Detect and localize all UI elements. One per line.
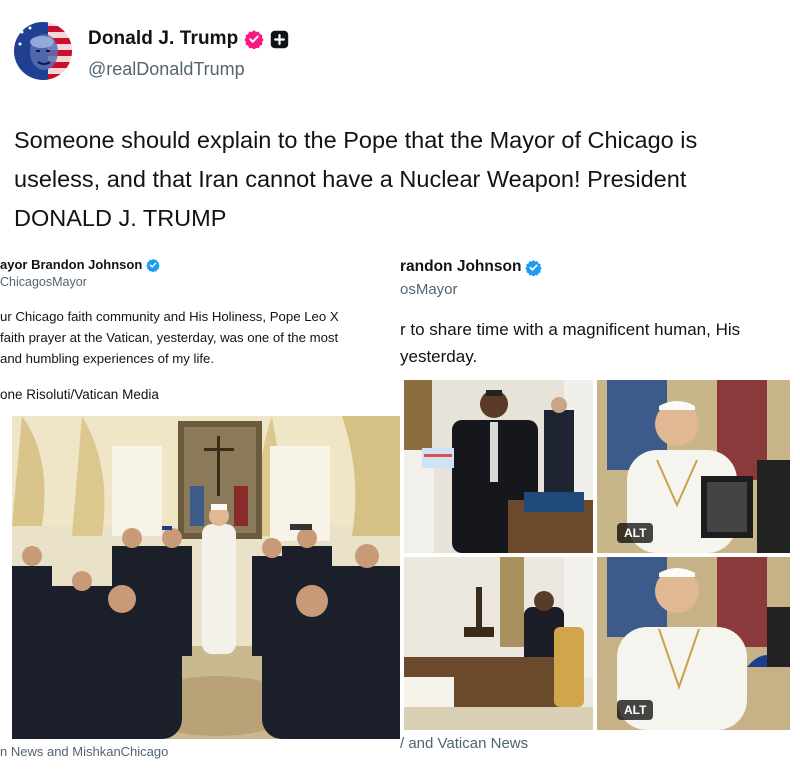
alt-text-badge[interactable]: ALT bbox=[617, 523, 654, 543]
mayor-gift-image bbox=[404, 380, 593, 553]
embedded-author-handle: osMayor bbox=[400, 281, 458, 298]
post-header: Donald J. Trump @realDonaldTrump bbox=[14, 22, 614, 82]
embedded-author-name-text: randon Johnson bbox=[400, 258, 522, 275]
blue-check-icon bbox=[525, 259, 543, 276]
author-name[interactable]: Donald J. Trump bbox=[88, 28, 238, 50]
photo-grid: ALT ALT bbox=[404, 380, 790, 730]
prayer-photo[interactable] bbox=[12, 416, 400, 739]
avatar-image bbox=[14, 22, 72, 80]
photo-pope-cap[interactable]: ALT bbox=[597, 557, 790, 730]
embedded-text-line: and humbling experiences of my life. bbox=[0, 351, 215, 366]
left-embedded-screenshot[interactable]: ayor Brandon Johnson ChicagosMayor ur Ch… bbox=[0, 244, 400, 775]
embedded-text-line: yesterday. bbox=[400, 347, 478, 366]
photo-mayor-desk[interactable] bbox=[404, 557, 593, 730]
author-handle[interactable]: @realDonaldTrump bbox=[88, 59, 245, 80]
right-embedded-screenshot[interactable]: randon Johnson osMayor r to share time w… bbox=[400, 244, 800, 775]
photo-pope-plaque[interactable]: ALT bbox=[597, 380, 790, 553]
mayor-desk-image bbox=[404, 557, 593, 730]
photo-mayor-gift[interactable] bbox=[404, 380, 593, 553]
embedded-text-line: r to share time with a magnificent human… bbox=[400, 320, 741, 339]
embedded-author-name-text: ayor Brandon Johnson bbox=[0, 257, 143, 272]
embedded-post-text: r to share time with a magnificent human… bbox=[400, 316, 740, 370]
post-text-line: Someone should explain to the Pope that … bbox=[14, 127, 698, 153]
embedded-post-text: ur Chicago faith community and His Holin… bbox=[0, 306, 339, 369]
author-name-row: Donald J. Trump bbox=[88, 28, 289, 50]
embedded-text-line: faith prayer at the Vatican, yesterday, … bbox=[0, 330, 339, 345]
photo-credit: one Risoluti/Vatican Media bbox=[0, 387, 159, 402]
embedded-author-name: ayor Brandon Johnson bbox=[0, 257, 161, 272]
embedded-text-line: ur Chicago faith community and His Holin… bbox=[0, 309, 339, 324]
post-text-line: useless, and that Iran cannot have a Nuc… bbox=[14, 166, 687, 192]
embedded-author-name: randon Johnson bbox=[400, 258, 543, 276]
blue-check-icon bbox=[146, 258, 161, 272]
source-note: n News and MishkanChicago bbox=[0, 744, 169, 759]
plus-badge-icon[interactable] bbox=[270, 30, 289, 49]
post-text-line: DONALD J. TRUMP bbox=[14, 205, 227, 231]
embedded-author-handle: ChicagosMayor bbox=[0, 275, 87, 289]
post-text: Someone should explain to the Pope that … bbox=[14, 121, 789, 238]
avatar[interactable] bbox=[14, 22, 72, 80]
alt-text-badge[interactable]: ALT bbox=[617, 700, 654, 720]
post-media[interactable]: ayor Brandon Johnson ChicagosMayor ur Ch… bbox=[0, 244, 800, 775]
source-note: / and Vatican News bbox=[400, 735, 529, 752]
verified-badge-icon[interactable] bbox=[244, 29, 265, 49]
prayer-scene-image bbox=[12, 416, 400, 739]
